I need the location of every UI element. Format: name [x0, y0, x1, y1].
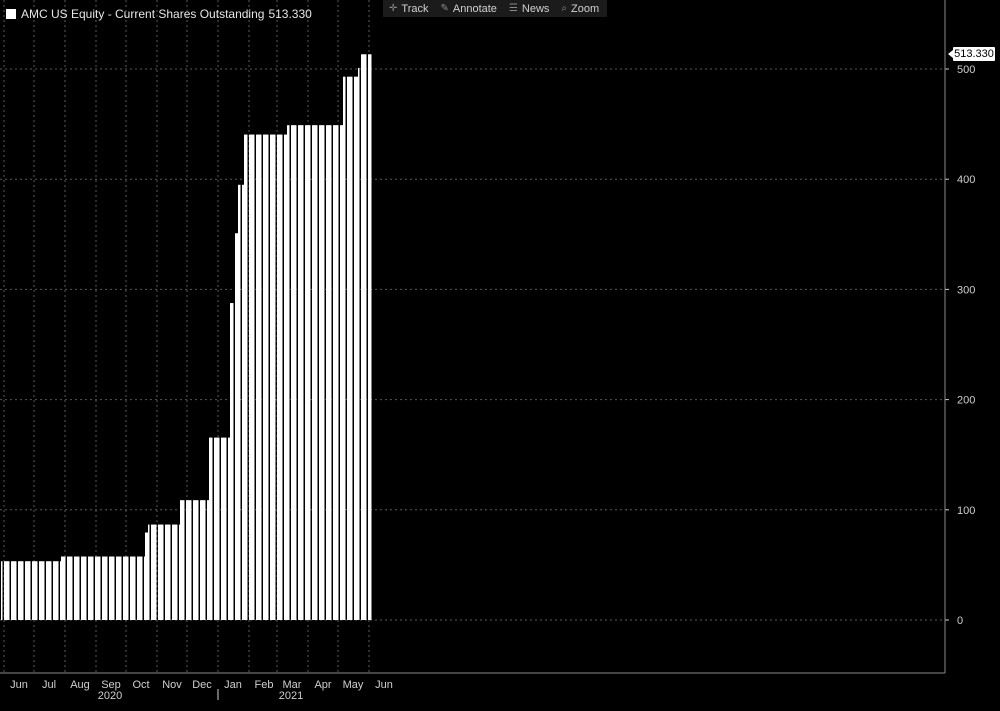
crosshair-icon: ✛: [389, 3, 398, 14]
y-tick-label: 400: [957, 174, 975, 186]
bar: [22, 561, 24, 620]
bar: [232, 303, 234, 620]
bar: [43, 561, 45, 620]
news-label: News: [521, 2, 550, 15]
bar: [309, 125, 311, 621]
bar: [370, 54, 372, 620]
x-tick-label: Aug: [70, 679, 90, 691]
bar: [64, 556, 66, 620]
bar: [358, 67, 360, 620]
chart-plot-area: Jun Jul Aug Sep Oct Nov Dec Jan Feb Mar Apr May Jun2…: [0, 0, 975, 702]
bar: [8, 561, 10, 620]
bar: [176, 524, 178, 620]
y-tick-label: 300: [957, 284, 975, 296]
track-button[interactable]: ✛ Track: [389, 3, 428, 15]
y-tick-label: 500: [957, 64, 975, 76]
annotate-label: Annotate: [452, 2, 497, 15]
bar: [274, 134, 276, 620]
zoom-label: Zoom: [571, 2, 600, 15]
bar: [1, 561, 3, 620]
bar: [141, 556, 143, 620]
x-tick-label: Dec: [192, 679, 212, 691]
track-label: Track: [401, 2, 429, 15]
bar: [71, 556, 73, 620]
x-tick-label: Jun: [10, 679, 28, 691]
bar: [99, 556, 101, 620]
bar: [134, 556, 136, 620]
bar: [57, 561, 59, 620]
bar: [29, 561, 31, 620]
bar: [246, 134, 248, 620]
bar: [190, 500, 192, 620]
x-tick-label: Jul: [42, 679, 56, 691]
bar: [323, 125, 325, 621]
y-tick-label: 200: [957, 395, 975, 407]
x-tick-label: Feb: [255, 679, 274, 691]
legend-label: AMC US Equity - Current Shares Outstandi…: [21, 7, 265, 21]
last-value-label: 513.330: [948, 47, 995, 61]
x-tick-label: May: [343, 679, 364, 691]
bar: [78, 556, 80, 620]
bar: [197, 500, 199, 620]
bar: [288, 125, 290, 621]
x-year-label: 2021: [279, 690, 303, 702]
bar: [218, 437, 220, 620]
bar: [106, 556, 108, 620]
bar: [351, 76, 353, 621]
bar: [120, 556, 122, 620]
y-tick-label: 100: [957, 505, 975, 517]
bar: [162, 524, 164, 620]
bar: [281, 134, 283, 620]
bar: [183, 500, 185, 620]
y-tick-label: 0: [957, 615, 963, 627]
annotate-button[interactable]: ✎ Annotate: [440, 3, 496, 15]
x-tick-label: Apr: [314, 679, 331, 691]
chart-toolbar: ✛ Track ✎ Annotate ☰ News ⌕ Zoom: [383, 0, 607, 17]
bar: [267, 134, 269, 620]
bar: [36, 561, 38, 620]
x-tick-label: Jun: [375, 679, 393, 691]
news-icon: ☰: [508, 3, 518, 14]
chart-legend: AMC US Equity - Current Shares Outstandi…: [6, 7, 312, 21]
bar: [211, 437, 213, 620]
bar: [239, 184, 241, 621]
magnifier-icon: ⌕: [561, 3, 568, 14]
legend-swatch: [6, 9, 16, 19]
bar: [15, 561, 17, 620]
bar: [260, 134, 262, 620]
bar: [337, 125, 339, 621]
bar: [302, 125, 304, 621]
bar: [50, 561, 52, 620]
bar: [204, 500, 206, 620]
pencil-icon: ✎: [440, 3, 449, 14]
bar: [85, 556, 87, 620]
bar: [316, 125, 318, 621]
x-year-label: 2020: [98, 690, 122, 702]
news-button[interactable]: ☰ News: [509, 3, 549, 15]
legend-value: 513.330: [268, 7, 312, 21]
bar: [113, 556, 115, 620]
bar: [253, 134, 255, 620]
x-tick-label: Jan: [224, 679, 242, 691]
bar: [169, 524, 171, 620]
bar: [148, 524, 150, 620]
bar: [295, 125, 297, 621]
bar: [225, 437, 227, 620]
bar: [92, 556, 94, 620]
bar: [344, 76, 346, 621]
bar: [155, 524, 157, 620]
x-tick-label: Oct: [132, 679, 149, 691]
bar: [330, 125, 332, 621]
zoom-button[interactable]: ⌕ Zoom: [561, 3, 599, 15]
bar: [127, 556, 129, 620]
bar: [365, 54, 367, 620]
x-tick-label: Nov: [162, 679, 182, 691]
